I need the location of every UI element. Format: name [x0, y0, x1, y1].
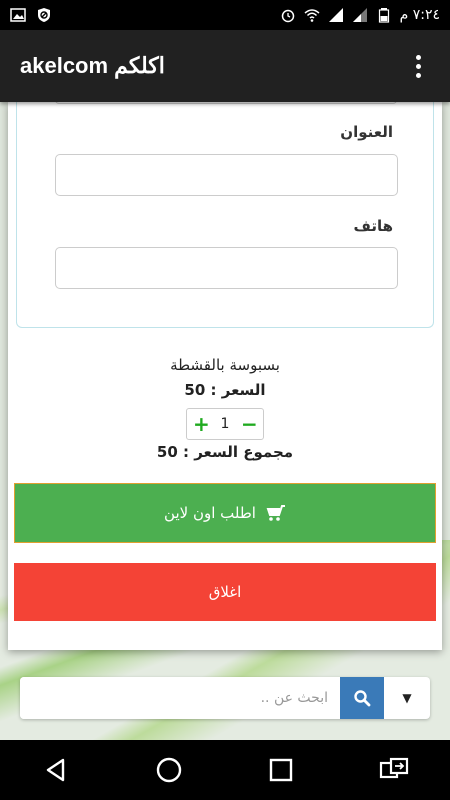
recents-square-icon: [270, 758, 293, 782]
status-bar: ٧:٢٤ م: [0, 0, 450, 30]
home-circle-icon: [156, 757, 181, 783]
chevron-down-icon: ▼: [402, 691, 412, 705]
close-button-label: اغلاق: [208, 583, 242, 601]
status-time: ٧:٢٤ م: [399, 7, 440, 23]
signal-icon: [328, 8, 343, 22]
app-bar: akelcom اكلكم: [0, 30, 450, 102]
cart-icon: [266, 505, 285, 521]
signal-2-icon: [352, 8, 367, 22]
order-online-button[interactable]: اطلب اون لاين: [14, 483, 436, 543]
quantity-stepper: + 1 −: [186, 408, 264, 440]
increment-button[interactable]: +: [193, 412, 210, 436]
app-title: akelcom اكلكم: [20, 53, 165, 78]
customer-form-panel: العنوان هاتف: [16, 96, 434, 328]
product-name: بسبوسة بالقشطة: [170, 356, 280, 374]
system-nav-bar: [0, 740, 450, 800]
quantity-value: 1: [220, 416, 230, 432]
alarm-icon: [281, 9, 294, 23]
recents-button[interactable]: [256, 745, 306, 795]
phone-label: هاتف: [353, 217, 393, 235]
search-input[interactable]: [20, 677, 340, 719]
order-button-label: اطلب اون لاين: [164, 504, 256, 522]
search-icon: [354, 690, 371, 707]
overflow-menu-icon[interactable]: [406, 54, 430, 78]
order-dialog: العنوان هاتف بسبوسة بالقشطة السعر : 50 +…: [8, 96, 442, 650]
back-triangle-icon: [47, 758, 65, 782]
address-label: العنوان: [340, 123, 393, 141]
back-button[interactable]: [31, 745, 81, 795]
close-button[interactable]: اغلاق: [14, 563, 436, 621]
total-price: مجموع السعر : 50: [156, 443, 294, 461]
blocked-app-icon: [38, 8, 50, 22]
product-price: السعر : 50: [184, 381, 266, 399]
phone-field[interactable]: [55, 247, 398, 289]
image-icon: [10, 8, 26, 22]
battery-icon: [378, 8, 389, 23]
switch-app-button[interactable]: [369, 745, 419, 795]
wifi-icon: [304, 9, 320, 22]
decrement-button[interactable]: −: [241, 412, 258, 436]
search-dropdown-button[interactable]: ▼: [384, 677, 430, 719]
address-field[interactable]: [55, 154, 398, 196]
screen-switch-icon: [379, 757, 408, 779]
search-button[interactable]: [340, 677, 384, 719]
search-bar: ▼: [20, 677, 430, 719]
home-button[interactable]: [144, 745, 194, 795]
